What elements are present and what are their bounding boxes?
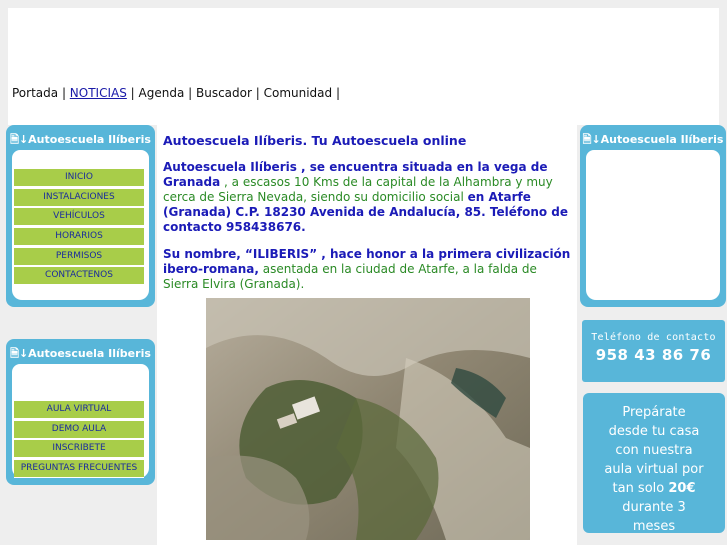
box-header-label: Autoescuela Ilíberis: [28, 133, 151, 146]
promo-line: Prepárate: [622, 405, 686, 420]
box-header: 🗎↓Autoescuela Ilíberis: [6, 339, 155, 361]
document-icon: 🗎↓: [582, 133, 601, 146]
box-header: 🗎↓Autoescuela Ilíberis: [6, 125, 155, 147]
intro-paragraph-2: Su nombre, “ILIBERIS” , hace honor a la …: [163, 247, 575, 292]
promo-price-prefix: tan solo: [612, 481, 669, 496]
promo-line: aula virtual por: [604, 462, 704, 477]
menu-item-inicio[interactable]: INICIO: [14, 169, 144, 187]
intro-text: Autoescuela Ilíberis. Tu Autoescuela onl…: [163, 130, 575, 304]
nav-separator: |: [332, 86, 340, 100]
main-menu: INICIO INSTALACIONES VEHÍCULOS HORARIOS …: [14, 169, 144, 287]
nav-portada[interactable]: Portada: [12, 86, 58, 100]
box-header-label: Autoescuela Ilíberis: [28, 347, 151, 360]
menu-item-permisos[interactable]: PERMISOS: [14, 247, 144, 266]
page-title: Autoescuela Ilíberis. Tu Autoescuela onl…: [163, 133, 467, 148]
nav-noticias-link[interactable]: NOTICIAS: [70, 86, 127, 100]
aula-menu: AULA VIRTUAL DEMO AULA INSCRIBETE PREGUN…: [14, 401, 144, 480]
aula-virtual-promo[interactable]: Prepárate desde tu casa con nuestra aula…: [583, 393, 725, 534]
phone-label: Teléfono de contacto: [591, 332, 716, 343]
menu-item-aula-virtual[interactable]: AULA VIRTUAL: [14, 401, 144, 419]
menu-item-demo-aula[interactable]: DEMO AULA: [14, 420, 144, 439]
promo-line: durante 3: [622, 500, 686, 515]
left-aula-box: 🗎↓Autoescuela Ilíberis AULA VIRTUAL DEMO…: [6, 339, 155, 485]
nav-agenda[interactable]: Agenda: [139, 86, 185, 100]
menu-item-contactenos[interactable]: CONTACTENOS: [14, 267, 144, 286]
phone-contact-box[interactable]: Teléfono de contacto 958 43 86 76: [582, 320, 725, 382]
promo-line: meses: [632, 519, 676, 534]
menu-item-inscribete[interactable]: INSCRIBETE: [14, 440, 144, 459]
top-navigation: Portada | NOTICIAS | Agenda | Buscador |…: [12, 86, 340, 100]
menu-item-preguntas-frecuentes[interactable]: PREGUNTAS FRECUENTES: [14, 460, 144, 479]
nav-comunidad[interactable]: Comunidad: [264, 86, 333, 100]
box-inner: [586, 150, 720, 300]
aerial-photo-atarfe: [206, 298, 530, 540]
left-menu-box: 🗎↓Autoescuela Ilíberis INICIO INSTALACIO…: [6, 125, 155, 307]
nav-separator: |: [251, 86, 264, 100]
intro-paragraph-1: Autoescuela Ilíberis , se encuentra situ…: [163, 160, 575, 235]
nav-separator: |: [184, 86, 196, 100]
phone-number: 958 43 86 76: [595, 346, 712, 364]
right-info-box: 🗎↓Autoescuela Ilíberis: [580, 125, 726, 307]
menu-item-instalaciones[interactable]: INSTALACIONES: [14, 188, 144, 207]
promo-price-line: tan solo 20€: [583, 479, 725, 498]
promo-line: con nuestra: [615, 443, 693, 458]
promo-price: 20€: [668, 481, 696, 496]
menu-item-vehiculos[interactable]: VEHÍCULOS: [14, 208, 144, 227]
box-header-label: Autoescuela Ilíberis: [600, 133, 724, 146]
document-icon: 🗎↓: [10, 133, 29, 146]
menu-item-horarios[interactable]: HORARIOS: [14, 228, 144, 247]
nav-separator: |: [58, 86, 70, 100]
document-icon: 🗎↓: [10, 347, 29, 360]
nav-separator: |: [126, 86, 139, 100]
promo-line: desde tu casa: [608, 424, 700, 439]
nav-buscador[interactable]: Buscador: [196, 86, 252, 100]
header-banner: [8, 8, 719, 125]
box-header: 🗎↓Autoescuela Ilíberis: [580, 125, 726, 147]
